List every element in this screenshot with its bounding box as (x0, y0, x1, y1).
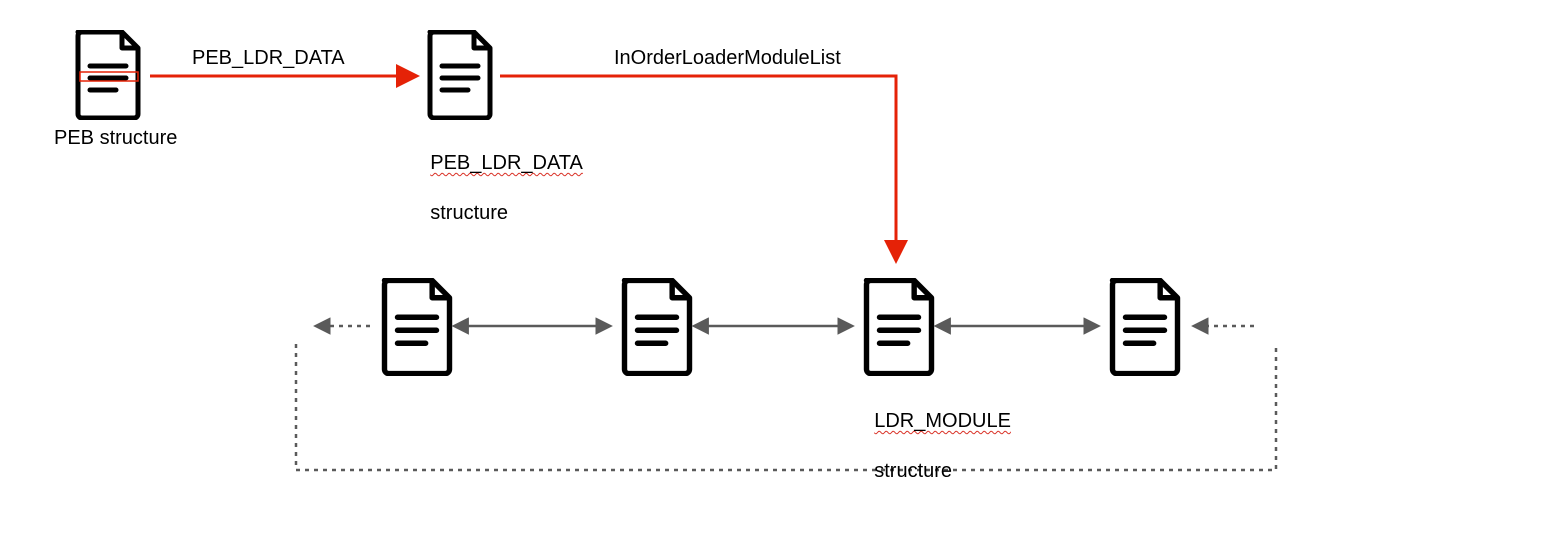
document-icon (625, 280, 690, 373)
document-icon (1113, 280, 1178, 373)
node-label: PEB_LDR_DATA structure (408, 126, 583, 251)
document-icon (385, 280, 450, 373)
edge-label: PEB_LDR_DATA (192, 46, 345, 71)
underlined-term: LDR_MODULE (874, 410, 1011, 432)
document-icon (430, 32, 490, 118)
document-icon (867, 280, 932, 373)
document-icon (78, 32, 138, 118)
edge-label: InOrderLoaderModuleList (614, 46, 841, 71)
node-label: PEB structure (54, 126, 177, 151)
dotted-wraparound (296, 344, 1276, 470)
diagram-svg (0, 0, 1562, 536)
diagram-canvas: PEB structure PEB_LDR_DATA PEB_LDR_DATA … (0, 0, 1562, 536)
underlined-term: PEB_LDR_DATA (430, 152, 583, 174)
node-label: LDR_MODULE structure (852, 384, 1011, 509)
